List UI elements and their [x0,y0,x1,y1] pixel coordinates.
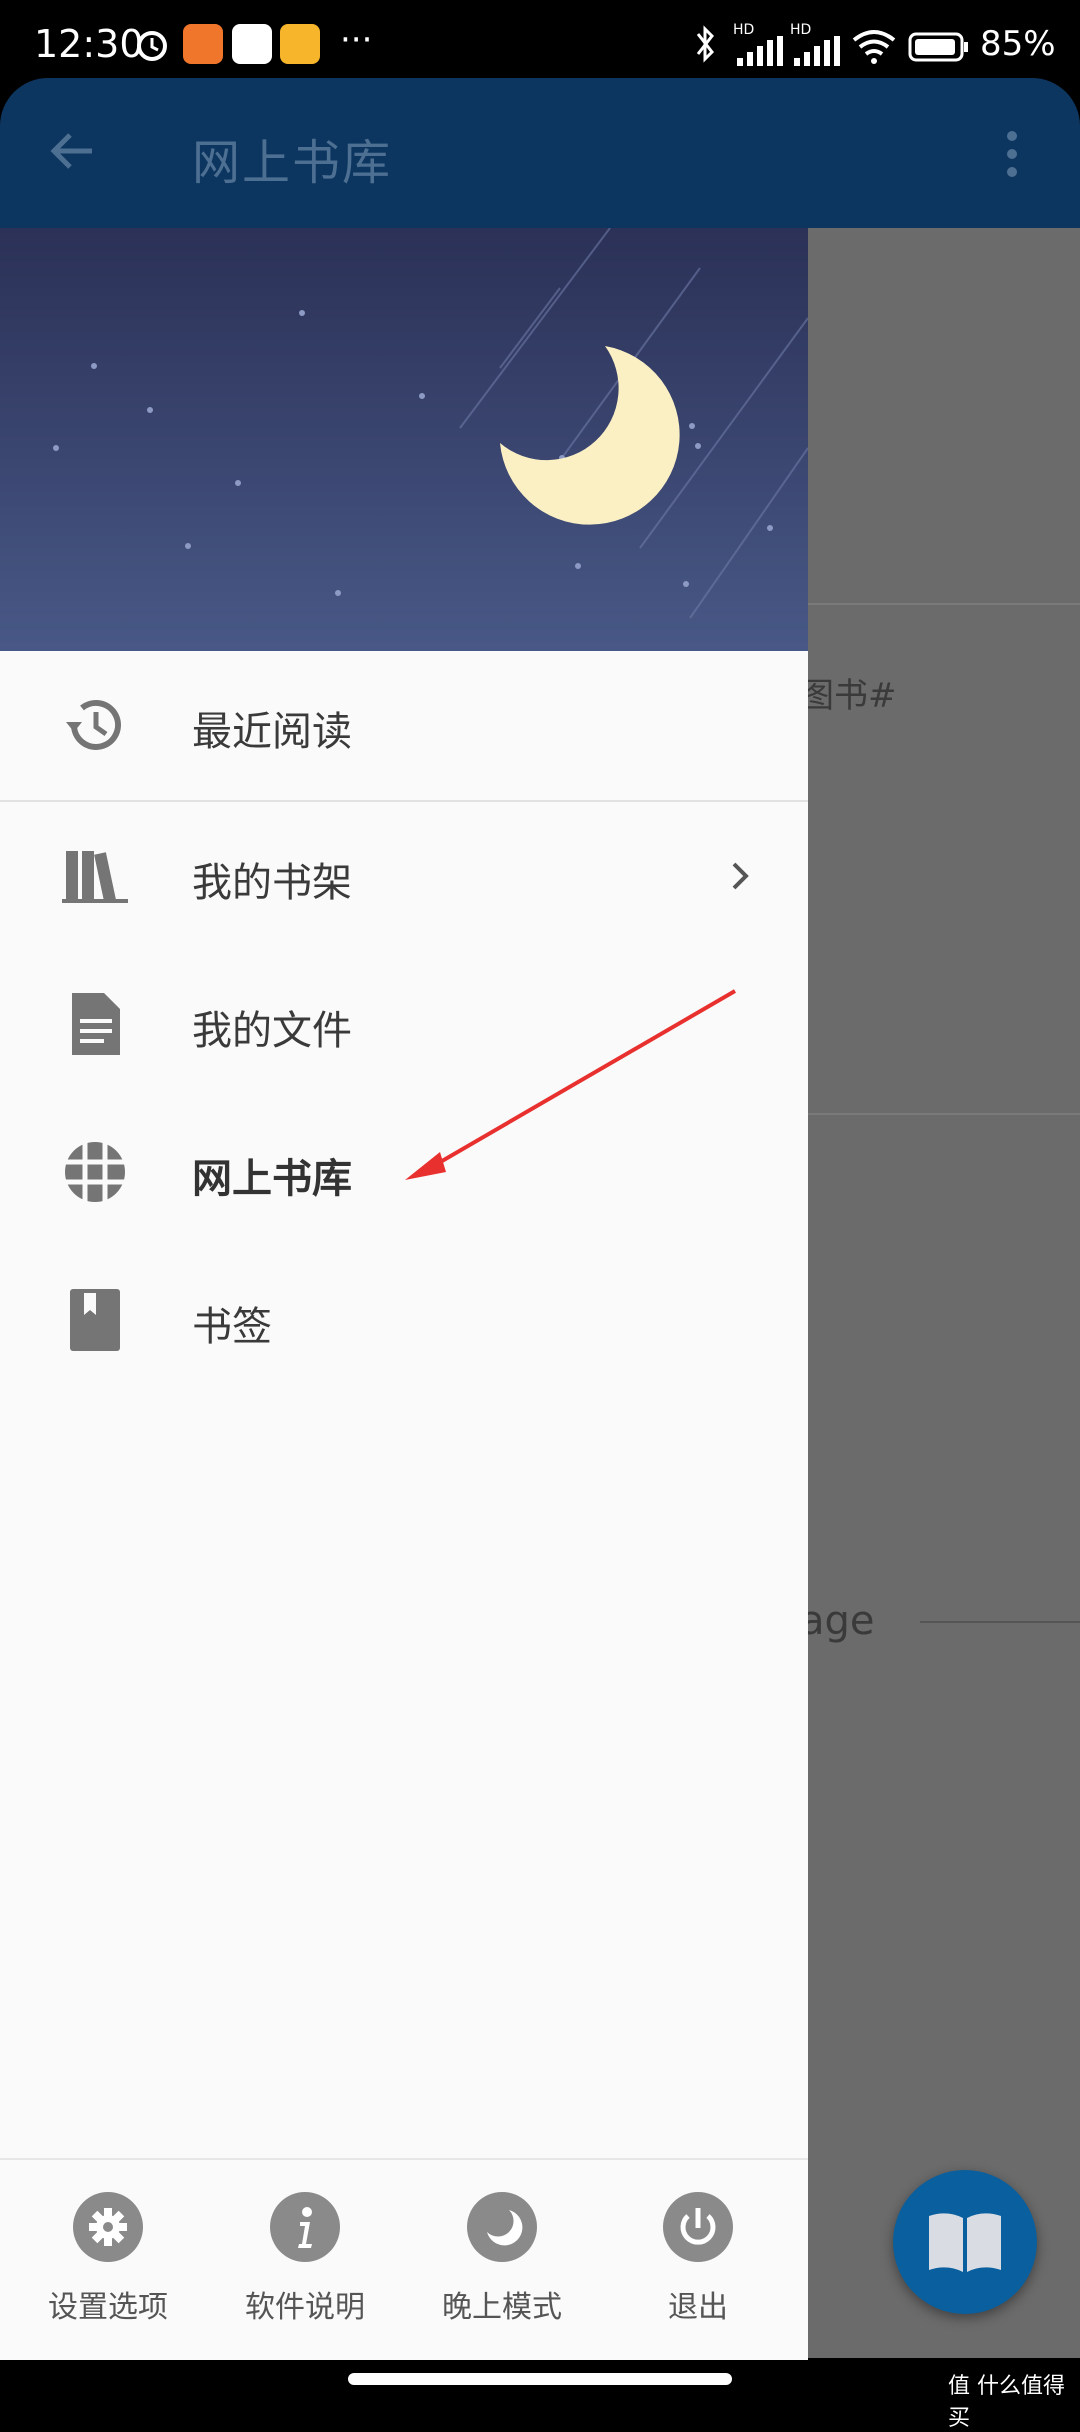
moon-icon [467,2192,537,2262]
menu-item-my-bookshelf[interactable]: 我的书架 [0,802,808,950]
watermark: 值 什么值得买 [948,2374,1065,2431]
menu-item-label: 书签 [192,1304,272,1350]
annotation-arrow [400,988,740,1188]
wifi-icon [850,26,898,66]
more-vert-icon[interactable] [1005,130,1019,178]
bookmark-icon [62,1287,128,1353]
navigation-drawer: 最近阅读 我的书架 我的文件 网上书库 书签 设置选项 软件说明 晚上模式 退出 [0,228,808,2360]
bottom-item-label: 设置选项 [48,2290,168,2325]
open-book-icon [925,2208,1005,2276]
drawer-bottom-bar: 设置选项 软件说明 晚上模式 退出 [0,2158,808,2360]
background-divider [920,1621,1080,1623]
night-mode-button[interactable]: 晚上模式 [402,2160,602,2360]
menu-item-label: 最近阅读 [192,709,352,755]
signal-icon: HD [733,22,789,66]
history-icon [62,692,128,758]
alarm-icon [132,24,172,64]
page-title: 网上书库 [192,135,393,191]
background-divider [808,1113,1080,1115]
settings-button[interactable]: 设置选项 [8,2160,208,2360]
home-indicator[interactable] [348,2373,732,2385]
bottom-item-label: 退出 [668,2290,728,2325]
about-button[interactable]: 软件说明 [205,2160,405,2360]
drawer-header-image [0,228,808,651]
gear-icon [73,2192,143,2262]
open-book-fab[interactable] [893,2170,1037,2314]
menu-item-label: 我的文件 [192,1008,352,1054]
qq-icon [232,24,272,64]
more-notifications-icon: ··· [340,20,373,60]
system-navigation-bar: 值 什么值得买 [0,2360,1080,2431]
app-bar: 网上书库 [0,78,1080,228]
battery-icon [908,32,970,62]
menu-item-label: 网上书库 [192,1156,352,1202]
signal-icon-2: HD [790,22,846,66]
menu-item-recent-reading[interactable]: 最近阅读 [0,651,808,799]
bluetooth-icon [694,24,718,64]
background-divider [808,603,1080,605]
arrow-left-icon[interactable] [46,123,102,179]
bookshelf-icon [62,843,128,909]
message-icon [280,24,320,64]
menu-item-bookmarks[interactable]: 书签 [0,1246,808,1394]
info-icon [270,2192,340,2262]
status-time: 12:30 [34,22,144,66]
app-notification-icon [183,24,223,64]
background-text: age [800,1598,875,1644]
bottom-item-label: 晚上模式 [442,2290,562,2325]
power-icon [663,2192,733,2262]
globe-grid-icon [62,1139,128,1205]
menu-item-label: 我的书架 [192,860,352,906]
chevron-right-icon [728,858,752,894]
bottom-item-label: 软件说明 [245,2290,365,2325]
battery-percentage: 85% [980,24,1056,64]
exit-button[interactable]: 退出 [598,2160,798,2360]
document-icon [62,991,128,1057]
background-text: 图书# [800,676,897,716]
